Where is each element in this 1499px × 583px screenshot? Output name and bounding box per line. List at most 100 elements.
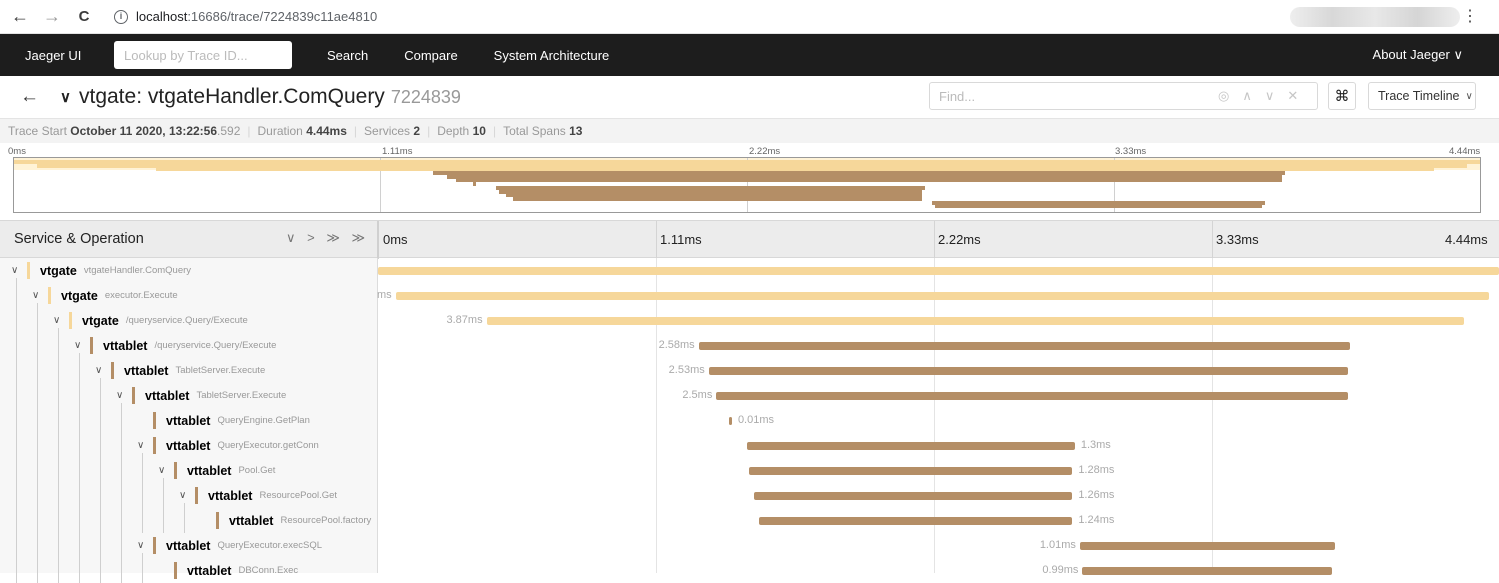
prev-match-icon[interactable]: ∧ — [1242, 88, 1252, 104]
span-bar[interactable] — [1079, 542, 1335, 550]
span-row[interactable]: ∨ vttablet QueryExecutor.execSQL 1.01ms — [0, 533, 1499, 558]
expand-chevron-icon[interactable]: ∨ — [116, 390, 128, 401]
span-bar[interactable] — [698, 342, 1351, 350]
span-bar[interactable] — [486, 317, 1464, 325]
reload-icon[interactable]: C — [72, 5, 96, 29]
span-name[interactable]: ∨ vttablet ResourcePool.Get — [179, 483, 337, 508]
locate-icon[interactable]: ◎ — [1218, 88, 1229, 104]
timeline-tick: 3.33ms — [1216, 232, 1259, 247]
service-operation-header: Service & Operation — [14, 231, 144, 247]
span-name[interactable]: vttablet DBConn.Exec — [158, 558, 298, 583]
span-bar[interactable] — [716, 392, 1348, 400]
nav-compare[interactable]: Compare — [404, 48, 457, 63]
span-operation-name: Pool.Get — [238, 465, 276, 476]
nav-search[interactable]: Search — [327, 48, 368, 63]
span-row[interactable]: ∨ vttablet TabletServer.Execute 2.5ms — [0, 383, 1499, 408]
expand-chevron-icon[interactable]: ∨ — [32, 290, 44, 301]
span-name[interactable]: ∨ vttablet/queryservice.Query/Execute — [74, 333, 276, 358]
service-color-marker — [174, 462, 177, 479]
browser-menu-icon[interactable]: ⋮ — [1462, 6, 1478, 26]
span-service-name: vttablet — [166, 438, 211, 453]
start-ms: .592 — [217, 124, 241, 138]
chevron-down-icon: ∨ — [1465, 90, 1473, 102]
expand-chevron-icon[interactable]: ∨ — [53, 315, 65, 326]
span-name[interactable]: vttablet QueryEngine.GetPlan — [137, 408, 310, 433]
span-name[interactable]: ∨ vtgate/queryservice.Query/Execute — [53, 308, 248, 333]
expand-chevron-icon[interactable]: ∨ — [158, 465, 170, 476]
service-color-marker — [111, 362, 114, 379]
span-service-name: vttablet — [145, 388, 190, 403]
span-name[interactable]: ∨ vtgate vtgateHandler.ComQuery — [11, 258, 191, 283]
expand-chevron-icon[interactable]: ∨ — [95, 365, 107, 376]
service-color-marker — [153, 537, 156, 554]
span-name[interactable]: ∨ vttablet TabletServer.Execute — [116, 383, 286, 408]
span-bar[interactable] — [395, 292, 1489, 300]
span-name[interactable]: ∨ vttablet Pool.Get — [158, 458, 275, 483]
minimap-span-bar — [512, 196, 922, 201]
span-service-name: vttablet — [166, 413, 211, 428]
span-row[interactable]: ∨ vttablet TabletServer.Execute 2.53ms — [0, 358, 1499, 383]
span-bar[interactable] — [1082, 567, 1333, 575]
expand-chevron-icon[interactable]: ∨ — [179, 490, 191, 501]
span-bar[interactable] — [746, 442, 1075, 450]
back-arrow-icon[interactable]: ← — [20, 86, 44, 108]
span-name[interactable]: ∨ vttablet QueryExecutor.execSQL — [137, 533, 322, 558]
info-icon[interactable]: i — [114, 9, 128, 24]
span-operation-name: /queryservice.Query/Execute — [154, 340, 277, 351]
brand-link[interactable]: Jaeger UI — [25, 48, 99, 63]
span-row[interactable]: vttablet ResourcePool.factory 1.24ms — [0, 508, 1499, 533]
span-row[interactable]: ∨ vtgate vtgateHandler.ComQuery — [0, 258, 1499, 283]
browser-profile-area[interactable] — [1290, 7, 1460, 27]
span-service-name: vttablet — [103, 338, 148, 353]
nav-system-architecture[interactable]: System Architecture — [494, 48, 610, 63]
span-name[interactable]: ∨ vttablet QueryExecutor.getConn — [137, 433, 319, 458]
span-bar[interactable] — [749, 467, 1073, 475]
column-resizer[interactable] — [377, 221, 379, 259]
clear-find-icon[interactable]: ✕ — [1287, 88, 1298, 104]
span-operation-name: TabletServer.Execute — [175, 365, 266, 376]
span-row[interactable]: ∨ vttablet ResourcePool.Get 1.26ms — [0, 483, 1499, 508]
span-row[interactable]: vttablet QueryEngine.GetPlan 0.01ms — [0, 408, 1499, 433]
collapse-chevron-icon[interactable]: ∨ — [60, 88, 71, 106]
collapse-expand-controls[interactable]: ∨ > ≫ ≫ — [286, 230, 369, 246]
expand-chevron-icon[interactable]: ∨ — [137, 540, 149, 551]
span-name[interactable]: ∨ vtgate executor.Execute — [32, 283, 178, 308]
span-bar[interactable] — [708, 367, 1348, 375]
minimap-span-bar — [935, 204, 1263, 209]
span-bar[interactable] — [759, 517, 1073, 525]
span-row[interactable]: ∨ vttablet QueryExecutor.getConn 1.3ms — [0, 433, 1499, 458]
view-selector-label: Trace Timeline — [1378, 89, 1460, 103]
span-bar[interactable] — [728, 417, 732, 425]
timeline-header: Service & Operation ∨ > ≫ ≫ 0ms 1.11ms 2… — [0, 220, 1499, 259]
span-bar[interactable] — [378, 267, 1499, 275]
view-selector[interactable]: Trace Timeline ∨ — [1368, 82, 1476, 110]
address-bar[interactable]: i localhost:16686/trace/7224839c11ae4810 — [100, 3, 1280, 30]
url-path: :16686/trace/7224839c11ae4810 — [187, 9, 378, 24]
span-row[interactable]: ∨ vtgate executor.Execute ms — [0, 283, 1499, 308]
trace-id-lookup-input[interactable] — [114, 41, 292, 69]
span-bar[interactable] — [754, 492, 1073, 500]
find-input[interactable] — [930, 84, 1205, 108]
about-jaeger-dropdown[interactable]: About Jaeger ∨ — [1373, 47, 1463, 63]
span-row[interactable]: ∨ vtgate/queryservice.Query/Execute 3.87ms — [0, 308, 1499, 333]
forward-arrow-icon[interactable]: → — [40, 5, 64, 29]
keyboard-shortcuts-button[interactable]: ⌘ — [1328, 82, 1356, 110]
span-operation-name: /queryservice.Query/Execute — [125, 315, 248, 326]
expand-chevron-icon[interactable]: ∨ — [137, 440, 149, 451]
next-match-icon[interactable]: ∨ — [1265, 88, 1275, 104]
span-duration-label: 0.99ms — [1042, 564, 1079, 576]
span-row[interactable]: vttablet DBConn.Exec 0.99ms — [0, 558, 1499, 583]
duration-label: Duration — [257, 124, 303, 138]
trace-minimap[interactable]: 0ms 1.11ms 2.22ms 3.33ms 4.44ms — [8, 145, 1489, 215]
span-row[interactable]: ∨ vttablet/queryservice.Query/Execute 2.58… — [0, 333, 1499, 358]
span-name[interactable]: vttablet ResourcePool.factory — [200, 508, 371, 533]
span-row[interactable]: ∨ vttablet Pool.Get 1.28ms — [0, 458, 1499, 483]
span-name[interactable]: ∨ vttablet TabletServer.Execute — [95, 358, 265, 383]
expand-chevron-icon[interactable]: ∨ — [11, 265, 23, 276]
total-spans-value: 13 — [569, 124, 583, 138]
minimap-canvas[interactable] — [13, 157, 1481, 213]
span-operation-name: executor.Execute — [104, 290, 178, 301]
expand-chevron-icon[interactable]: ∨ — [74, 340, 86, 351]
service-color-marker — [195, 487, 198, 504]
back-arrow-icon[interactable]: ← — [8, 5, 32, 29]
